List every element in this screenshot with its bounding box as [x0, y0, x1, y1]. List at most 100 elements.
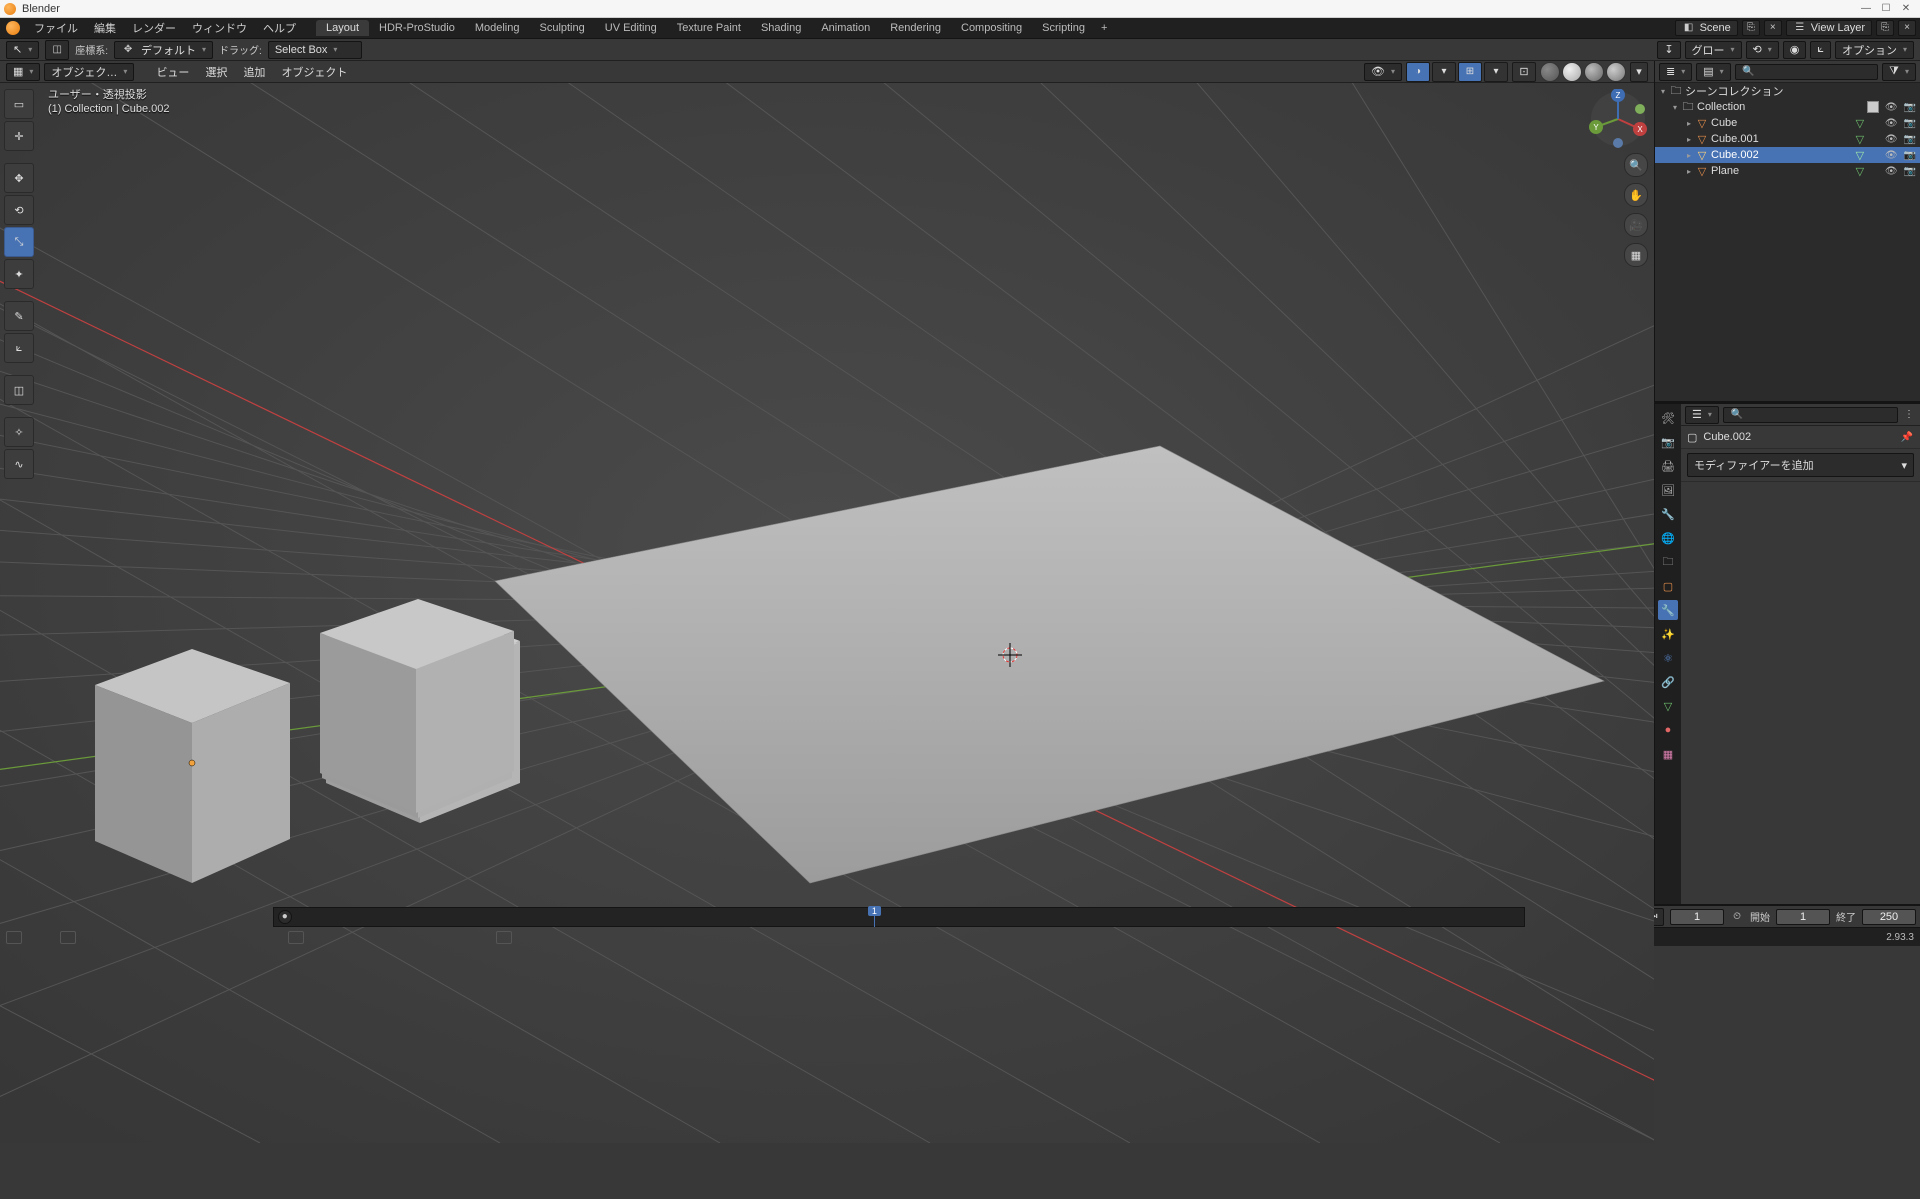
end-frame-field[interactable]: 250: [1862, 909, 1916, 925]
eye-icon[interactable]: 👁: [1885, 102, 1898, 113]
properties-search-input[interactable]: [1748, 408, 1891, 421]
chevron-right-icon[interactable]: ▸: [1683, 119, 1695, 128]
select-tool-icon[interactable]: ◫: [45, 40, 69, 60]
timeline-playhead[interactable]: 1: [874, 907, 875, 927]
visibility-dropdown[interactable]: 👁▾: [1364, 63, 1402, 81]
menu-file[interactable]: ファイル: [26, 20, 86, 36]
outliner-search-input[interactable]: [1760, 65, 1844, 78]
outliner-search[interactable]: 🔍: [1735, 64, 1879, 80]
viewport-menu-add[interactable]: 追加: [237, 64, 271, 80]
nav-gizmo[interactable]: X Y Z: [1588, 89, 1648, 149]
tool-select-box[interactable]: ▭: [4, 89, 34, 119]
properties-options-icon[interactable]: ⋮: [1902, 408, 1916, 422]
snap-dropdown[interactable]: ⟲▾: [1746, 41, 1779, 59]
tool-move[interactable]: ✥: [4, 163, 34, 193]
tab-add-workspace[interactable]: +: [1095, 20, 1113, 36]
tab-rendering[interactable]: Rendering: [880, 20, 951, 36]
eye-icon[interactable]: 👁: [1885, 134, 1898, 145]
shading-solid-icon[interactable]: [1562, 62, 1582, 82]
proportional-dropdown[interactable]: ◉: [1783, 41, 1807, 59]
gizmo-dd[interactable]: ▾: [1432, 62, 1456, 82]
tool-extra-2[interactable]: ∿: [4, 449, 34, 479]
menu-help[interactable]: ヘルプ: [255, 20, 304, 36]
viewport-menu-view[interactable]: ビュー: [150, 64, 195, 80]
prop-tab-physics[interactable]: ⚛: [1658, 648, 1678, 668]
outliner-row-cube001[interactable]: ▸ ▽ Cube.001 ▽ 👁📷: [1655, 131, 1920, 147]
prop-tab-mesh[interactable]: ▽: [1658, 696, 1678, 716]
overlay-toggle[interactable]: ⊞: [1458, 62, 1482, 82]
window-maximize-button[interactable]: ☐: [1876, 0, 1896, 17]
viewport-menu-select[interactable]: 選択: [199, 64, 233, 80]
chevron-right-icon[interactable]: ▸: [1683, 151, 1695, 160]
camera-icon[interactable]: 📷: [1904, 150, 1916, 161]
shading-wire-icon[interactable]: [1540, 62, 1560, 82]
collection-enable-checkbox[interactable]: [1867, 101, 1879, 113]
menu-render[interactable]: レンダー: [124, 20, 184, 36]
shading-dd[interactable]: ▾: [1630, 62, 1648, 82]
cursor-tool-icon[interactable]: ↖▾: [6, 41, 39, 59]
viewlayer-selector[interactable]: ☰ View Layer: [1786, 20, 1872, 36]
tab-compositing[interactable]: Compositing: [951, 20, 1032, 36]
mode-dropdown[interactable]: オブジェク…▾: [44, 63, 134, 81]
chevron-down-icon[interactable]: ▾: [1669, 103, 1681, 112]
outliner-tree[interactable]: ▾ 🗀 シーンコレクション ▾ 🗀 Collection 👁📷 ▸ ▽ C: [1655, 83, 1920, 401]
properties-search[interactable]: 🔍: [1723, 407, 1898, 423]
outliner-display-mode[interactable]: ▤▾: [1696, 63, 1730, 81]
outliner-filter-icon[interactable]: ⧩▾: [1882, 63, 1916, 81]
viewport-3d[interactable]: ユーザー・透視投影 (1) Collection | Cube.002 ▭ ✛ …: [0, 83, 1654, 1143]
window-minimize-button[interactable]: —: [1856, 0, 1876, 17]
prop-tab-constraints[interactable]: 🔗: [1658, 672, 1678, 692]
editor-type-dropdown[interactable]: ▦▾: [6, 63, 40, 81]
drag-selectbox-dropdown[interactable]: Select Box ▾: [268, 41, 362, 59]
eye-icon[interactable]: 👁: [1885, 118, 1898, 129]
tab-uv[interactable]: UV Editing: [595, 20, 667, 36]
tab-animation[interactable]: Animation: [811, 20, 880, 36]
tab-modeling[interactable]: Modeling: [465, 20, 530, 36]
prop-tab-object[interactable]: ▢: [1658, 576, 1678, 596]
prop-tab-collection[interactable]: 🗀: [1658, 552, 1678, 572]
scene-delete-button[interactable]: ×: [1764, 20, 1782, 36]
eye-icon[interactable]: 👁: [1885, 150, 1898, 161]
prop-tab-scene[interactable]: 🔧: [1658, 504, 1678, 524]
nav-persp-icon[interactable]: ▦: [1624, 243, 1648, 267]
tool-extra-1[interactable]: ✧: [4, 417, 34, 447]
camera-icon[interactable]: 📷: [1904, 118, 1916, 129]
prop-tab-tool[interactable]: 🛠: [1658, 408, 1678, 428]
properties-editor-type[interactable]: ☰▾: [1685, 406, 1719, 424]
tab-shading[interactable]: Shading: [751, 20, 811, 36]
pin-icon[interactable]: 📌: [1900, 430, 1914, 444]
lock-range-icon[interactable]: ⏲: [1730, 910, 1744, 924]
prop-tab-output[interactable]: 🖨: [1658, 456, 1678, 476]
tab-sculpting[interactable]: Sculpting: [529, 20, 594, 36]
chevron-right-icon[interactable]: ▸: [1683, 167, 1695, 176]
gizmo-toggle[interactable]: ◑: [1406, 62, 1430, 82]
blender-icon[interactable]: [6, 21, 20, 35]
viewlayer-new-button[interactable]: ⎘: [1876, 20, 1894, 36]
eye-icon[interactable]: 👁: [1885, 166, 1898, 177]
tool-transform[interactable]: ✦: [4, 259, 34, 289]
prop-tab-world[interactable]: 🌐: [1658, 528, 1678, 548]
prop-tab-particles[interactable]: ✨: [1658, 624, 1678, 644]
nav-camera-icon[interactable]: 🎥: [1624, 213, 1648, 237]
outliner-row-collection[interactable]: ▾ 🗀 Collection 👁📷: [1655, 99, 1920, 115]
tab-scripting[interactable]: Scripting: [1032, 20, 1095, 36]
tool-add-cube[interactable]: ◫: [4, 375, 34, 405]
tool-annotate[interactable]: ✎: [4, 301, 34, 331]
viewlayer-delete-button[interactable]: ×: [1898, 20, 1916, 36]
glow-dropdown[interactable]: グロー▾: [1685, 41, 1742, 59]
nav-pan-icon[interactable]: ✋: [1624, 183, 1648, 207]
autokey-icon[interactable]: ●: [278, 910, 292, 924]
tab-layout[interactable]: Layout: [316, 20, 369, 36]
camera-icon[interactable]: 📷: [1904, 166, 1916, 177]
outliner-row-cube[interactable]: ▸ ▽ Cube ▽ 👁📷: [1655, 115, 1920, 131]
camera-icon[interactable]: 📷: [1904, 134, 1916, 145]
add-modifier-dropdown[interactable]: モディファイアーを追加 ▾: [1687, 453, 1914, 477]
prop-tab-render[interactable]: 📷: [1658, 432, 1678, 452]
prop-tab-material[interactable]: ●: [1658, 720, 1678, 740]
timeline-track[interactable]: ● 1: [273, 907, 1525, 927]
window-close-button[interactable]: ✕: [1896, 0, 1916, 17]
pivot-dropdown[interactable]: ↧: [1657, 41, 1680, 59]
scene-selector[interactable]: ◧ Scene: [1675, 20, 1738, 36]
measure-icon[interactable]: ⟀: [1810, 41, 1831, 59]
tool-measure[interactable]: ⟀: [4, 333, 34, 363]
